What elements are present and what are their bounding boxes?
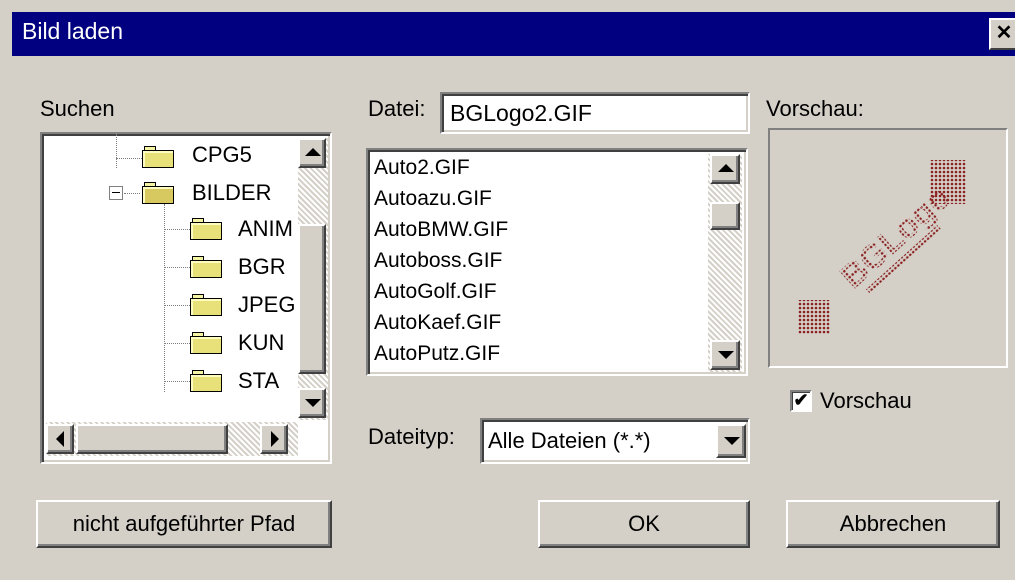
scroll-thumb[interactable]: [710, 202, 740, 230]
preview-image: BGLogo: [798, 160, 966, 334]
file-name-label: Datei:: [368, 96, 426, 121]
scroll-left-button[interactable]: [46, 424, 74, 454]
list-item[interactable]: AutoBMW.GIF: [374, 218, 508, 242]
folder-icon: [190, 256, 222, 278]
arrow-down-icon: [305, 399, 321, 407]
scroll-right-button[interactable]: [260, 424, 288, 454]
load-image-dialog: Bild laden ✕ Suchen CPG5 BILDER ANIM BGR…: [0, 0, 1015, 580]
list-item[interactable]: Autoazu.GIF: [374, 187, 492, 211]
folder-tree[interactable]: CPG5 BILDER ANIM BGR JPEG KUN STA: [40, 132, 332, 464]
file-list-scrollbar[interactable]: [708, 154, 742, 372]
tree-item-label: BILDER: [192, 180, 272, 205]
window-title: Bild laden: [22, 18, 124, 44]
preview-checkbox-label: Vorschau: [820, 388, 912, 413]
close-icon: ✕: [995, 22, 1013, 44]
folder-icon: [190, 370, 222, 392]
list-item[interactable]: AutoGolf.GIF: [374, 280, 497, 304]
cancel-label: Abbrechen: [839, 511, 947, 536]
file-type-value: Alle Dateien (*.*): [488, 428, 651, 453]
open-folder-icon: [142, 182, 174, 204]
checkmark-icon: ✔: [793, 390, 809, 410]
tree-item-label: KUN: [238, 330, 285, 355]
close-button[interactable]: ✕: [989, 18, 1015, 50]
file-list[interactable]: Auto2.GIF Autoazu.GIF AutoBMW.GIF Autobo…: [366, 148, 748, 376]
list-item[interactable]: AutoPutz.GIF: [374, 342, 500, 366]
arrow-up-icon: [305, 148, 321, 156]
scroll-up-button[interactable]: [298, 138, 326, 168]
tree-item-label: BGR: [238, 254, 286, 279]
arrow-down-icon: [718, 351, 734, 359]
scroll-down-button[interactable]: [298, 388, 326, 418]
scroll-thumb[interactable]: [298, 224, 326, 374]
tree-horizontal-scrollbar[interactable]: [46, 422, 298, 456]
cancel-button[interactable]: Abbrechen: [786, 500, 1000, 548]
tree-item-label: ANIM: [238, 216, 293, 241]
arrow-left-icon: [56, 431, 64, 447]
arrow-right-icon: [271, 431, 279, 447]
unlisted-path-label: nicht aufgeführter Pfad: [72, 511, 296, 536]
tree-vertical-scrollbar[interactable]: [298, 138, 328, 420]
unlisted-path-button[interactable]: nicht aufgeführter Pfad: [36, 500, 332, 548]
chevron-down-icon: [724, 437, 740, 445]
preview-box: BGLogo: [768, 128, 1008, 368]
folder-icon: [190, 332, 222, 354]
preview-toggle[interactable]: ✔ Vorschau: [788, 388, 968, 418]
file-type-label: Dateityp:: [368, 424, 455, 449]
list-item[interactable]: AutoKaef.GIF: [374, 311, 501, 335]
collapse-toggle[interactable]: [109, 186, 123, 200]
file-name-value: BGLogo2.GIF: [450, 100, 592, 126]
preview-checkbox[interactable]: ✔: [790, 390, 812, 412]
list-item[interactable]: Auto2.GIF: [374, 156, 470, 180]
scroll-up-button[interactable]: [710, 154, 740, 184]
tree-item-label: STA: [238, 368, 280, 393]
dropdown-button[interactable]: [716, 424, 746, 458]
ok-label: OK: [628, 511, 660, 536]
file-type-select[interactable]: Alle Dateien (*.*): [480, 418, 750, 464]
arrow-up-icon: [718, 164, 734, 172]
tree-item-label: JPEG: [238, 292, 296, 317]
title-bar[interactable]: Bild laden ✕: [12, 12, 1015, 56]
tree-item-label: CPG5: [192, 142, 252, 167]
list-item[interactable]: Autoboss.GIF: [374, 249, 502, 273]
search-label: Suchen: [40, 96, 115, 121]
scroll-thumb-horizontal[interactable]: [76, 424, 228, 454]
folder-icon: [190, 294, 222, 316]
file-name-field[interactable]: BGLogo2.GIF: [440, 92, 750, 134]
preview-label: Vorschau:: [766, 96, 864, 121]
ok-button[interactable]: OK: [538, 500, 750, 548]
scroll-down-button[interactable]: [710, 340, 740, 370]
folder-icon: [142, 146, 174, 168]
folder-icon: [190, 218, 222, 240]
